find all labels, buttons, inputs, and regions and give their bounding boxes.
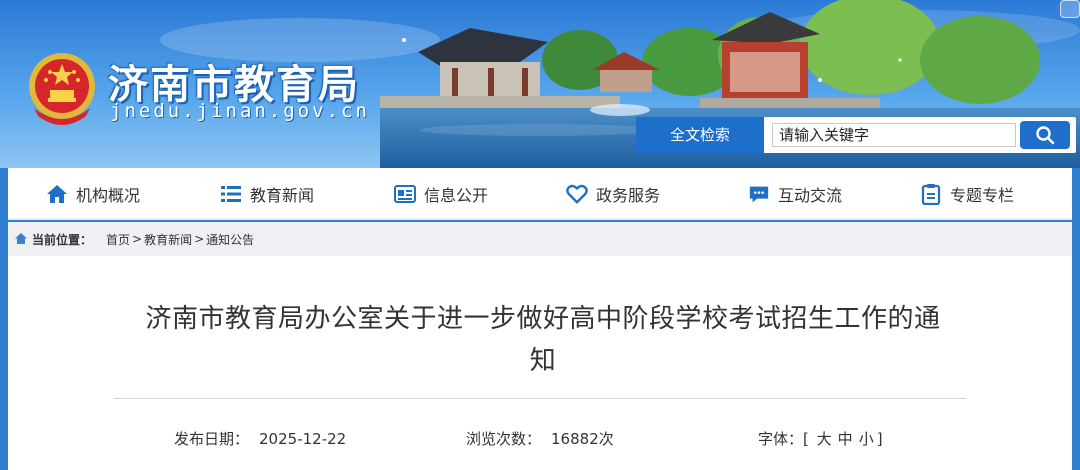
nav-label: 机构概况 <box>76 186 141 205</box>
breadcrumb-news[interactable]: 教育新闻 <box>144 231 192 248</box>
corner-frame <box>1060 0 1080 18</box>
national-emblem-icon <box>29 53 95 125</box>
nav-item-topics[interactable]: 专题专栏 <box>920 168 1014 220</box>
search-bar: 全文检索 <box>636 117 1076 153</box>
font-size-small[interactable]: 小 <box>859 430 874 448</box>
search-label[interactable]: 全文检索 <box>636 117 764 153</box>
article-title-line: 济南市教育局办公室关于进一步做好高中阶段学校考试招生工作的通 <box>145 304 941 334</box>
font-size-label: 字体： <box>758 430 804 448</box>
breadcrumb-separator: > <box>194 232 205 246</box>
font-size-large[interactable]: 大 <box>817 430 832 448</box>
nav-label: 互动交流 <box>778 186 843 205</box>
breadcrumb: 当前位置： 首页 > 教育新闻 > 通知公告 <box>8 222 1072 256</box>
nav-item-about[interactable]: 机构概况 <box>46 168 140 220</box>
publish-date-label: 发布日期： <box>174 430 250 448</box>
article-title: 济南市教育局办公室关于进一步做好高中阶段学校考试招生工作的通 知 <box>118 298 968 382</box>
search-input[interactable] <box>772 123 1016 147</box>
nav-item-interaction[interactable]: 互动交流 <box>748 168 842 220</box>
nav-label: 信息公开 <box>424 186 489 205</box>
view-count: 浏览次数： 16882次 <box>466 428 614 449</box>
font-size-control: 字体：[ 大中小] <box>758 428 883 449</box>
article-container: 济南市教育局办公室关于进一步做好高中阶段学校考试招生工作的通 知 发布日期： 2… <box>8 256 1072 470</box>
view-count-value: 16882次 <box>551 430 614 448</box>
location-home-icon <box>15 233 27 244</box>
article-title-line: 知 <box>529 346 557 376</box>
nav-item-disclosure[interactable]: 信息公开 <box>394 168 488 220</box>
publish-date-value: 2025-12-22 <box>259 429 347 448</box>
site-domain: jnedu.jinan.gov.cn <box>110 100 370 122</box>
clipboard-icon <box>920 183 942 205</box>
title-divider <box>114 398 966 399</box>
view-count-label: 浏览次数： <box>466 430 542 448</box>
breadcrumb-label: 当前位置： <box>32 232 93 247</box>
main-nav: 机构概况 教育新闻 信息公开 政务服务 互动交流 专题专栏 <box>8 168 1072 220</box>
search-icon <box>1036 126 1055 145</box>
font-size-medium[interactable]: 中 <box>838 430 853 448</box>
nav-label: 教育新闻 <box>250 186 315 205</box>
list-icon <box>220 183 242 205</box>
breadcrumb-home[interactable]: 首页 <box>106 231 130 248</box>
breadcrumb-separator: > <box>132 232 143 246</box>
font-bracket: ] <box>876 430 883 448</box>
nav-label: 专题专栏 <box>950 186 1015 205</box>
font-bracket: [ <box>803 430 809 448</box>
header-banner: 济南市教育局 jnedu.jinan.gov.cn 全文检索 <box>0 0 1080 168</box>
search-button[interactable] <box>1020 121 1070 149</box>
home-icon <box>46 183 68 205</box>
document-icon <box>394 183 416 205</box>
nav-item-news[interactable]: 教育新闻 <box>220 168 314 220</box>
heart-icon <box>566 183 588 205</box>
publish-date: 发布日期： 2025-12-22 <box>174 428 346 449</box>
nav-item-services[interactable]: 政务服务 <box>566 168 660 220</box>
nav-label: 政务服务 <box>596 186 661 205</box>
chat-icon <box>748 183 770 205</box>
breadcrumb-notices[interactable]: 通知公告 <box>206 231 254 248</box>
